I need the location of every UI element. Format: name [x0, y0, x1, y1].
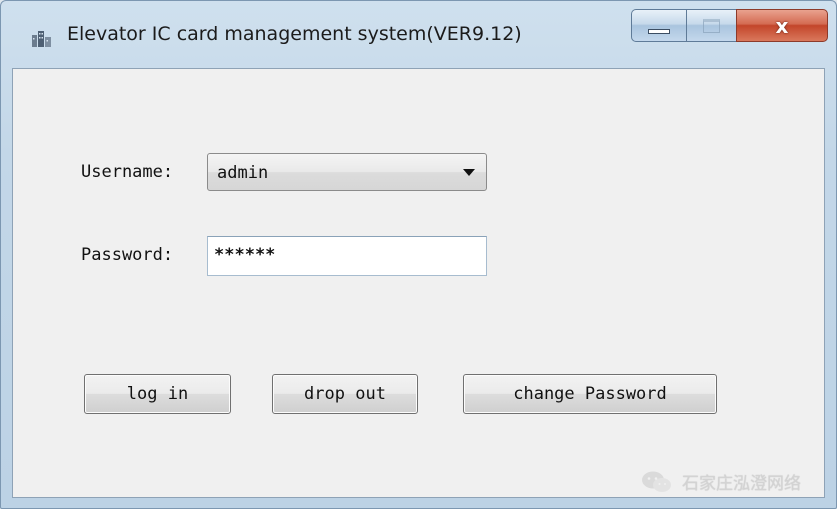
close-icon: x — [775, 13, 789, 38]
change-password-button[interactable]: change Password — [463, 374, 717, 414]
caption-buttons: x — [631, 9, 828, 42]
password-masked-value: ****** — [214, 245, 276, 265]
building-icon — [32, 31, 51, 47]
close-button[interactable]: x — [736, 9, 828, 42]
dialog-body: Username: admin Password: ****** log in … — [12, 68, 825, 498]
watermark: 石家庄泓澄网络 — [640, 469, 801, 494]
password-field[interactable]: ****** — [207, 236, 487, 276]
login-button[interactable]: log in — [84, 374, 231, 414]
username-dropdown[interactable]: admin — [207, 153, 487, 191]
username-label: Username: — [81, 162, 174, 182]
wechat-icon — [642, 471, 671, 492]
password-label: Password: — [81, 245, 174, 265]
window-title: Elevator IC card management system(VER9.… — [67, 23, 522, 45]
chevron-down-icon[interactable] — [463, 169, 475, 176]
watermark-text: 石家庄泓澄网络 — [682, 474, 801, 494]
minimize-button[interactable] — [631, 9, 686, 42]
maximize-button[interactable] — [686, 9, 736, 42]
maximize-icon — [703, 18, 720, 33]
minimize-icon — [648, 29, 670, 34]
username-value: admin — [217, 163, 269, 183]
drop-out-button[interactable]: drop out — [272, 374, 418, 414]
app-window: Elevator IC card management system(VER9.… — [0, 0, 837, 509]
title-bar[interactable]: Elevator IC card management system(VER9.… — [1, 1, 836, 69]
